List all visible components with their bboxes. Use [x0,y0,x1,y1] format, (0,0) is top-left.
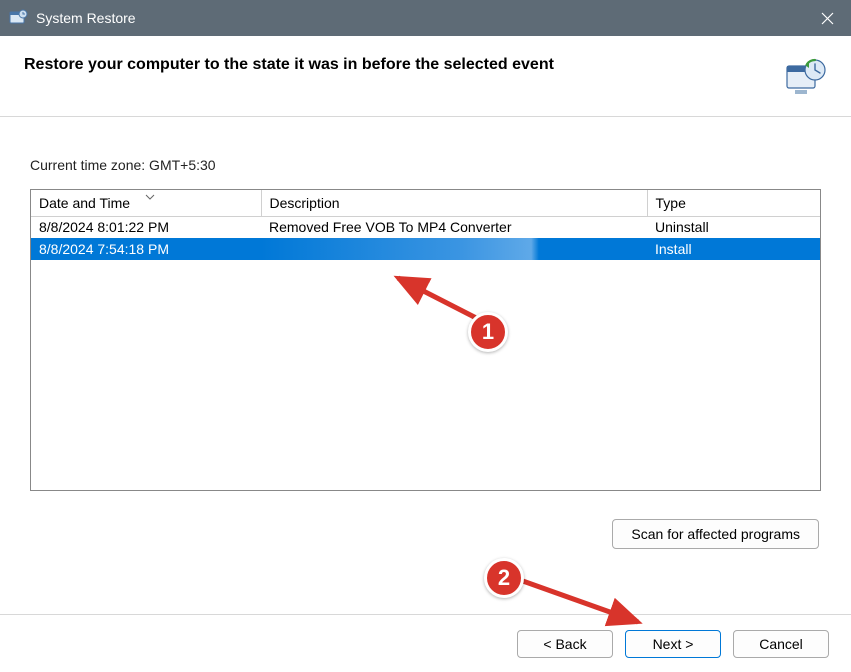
sort-desc-icon [145,192,155,203]
table-row[interactable] [31,304,820,326]
annotation-label: 2 [498,565,510,591]
table-row[interactable] [31,414,820,436]
annotation-marker-2: 2 [484,558,524,598]
cell-type: Uninstall [647,216,820,238]
column-header-description[interactable]: Description [261,190,647,216]
table-row[interactable] [31,370,820,392]
column-header-type[interactable]: Type [647,190,820,216]
column-label: Description [270,195,340,211]
restore-icon [785,56,827,98]
titlebar: System Restore [0,0,851,36]
table-row[interactable]: 8/8/2024 8:01:22 PM Removed Free VOB To … [31,216,820,238]
cancel-button[interactable]: Cancel [733,630,829,658]
annotation-marker-1: 1 [468,312,508,352]
header-area: Restore your computer to the state it wa… [0,36,851,117]
close-icon [821,12,834,25]
cell-description: Removed Free VOB To MP4 Converter [261,216,647,238]
column-label: Date and Time [39,195,130,211]
table-row[interactable] [31,458,820,480]
table-row[interactable] [31,282,820,304]
cell-type: Install [647,238,820,260]
table-row[interactable] [31,392,820,414]
next-button[interactable]: Next > [625,630,721,658]
titlebar-title: System Restore [36,10,807,26]
table-row[interactable] [31,436,820,458]
timezone-label: Current time zone: GMT+5:30 [30,157,821,173]
column-header-datetime[interactable]: Date and Time [31,190,261,216]
scan-row: Scan for affected programs [30,519,821,549]
cell-datetime: 8/8/2024 8:01:22 PM [31,216,261,238]
annotation-label: 1 [482,319,494,345]
footer-bar: < Back Next > Cancel [0,614,851,672]
table-header-row: Date and Time Description Type [31,190,820,216]
table-row[interactable] [31,326,820,348]
table-row[interactable]: 8/8/2024 7:54:18 PM Install [31,238,820,260]
close-button[interactable] [807,0,847,36]
scan-affected-programs-button[interactable]: Scan for affected programs [612,519,819,549]
page-heading: Restore your computer to the state it wa… [24,56,775,74]
app-icon [8,8,28,28]
column-label: Type [656,195,686,211]
cell-description [261,238,647,260]
back-button[interactable]: < Back [517,630,613,658]
cell-datetime: 8/8/2024 7:54:18 PM [31,238,261,260]
restore-point-table[interactable]: Date and Time Description Type 8/8/2024 … [30,189,821,491]
content-area: Current time zone: GMT+5:30 Date and Tim… [0,117,851,559]
table-row[interactable] [31,348,820,370]
table-row[interactable] [31,260,820,282]
